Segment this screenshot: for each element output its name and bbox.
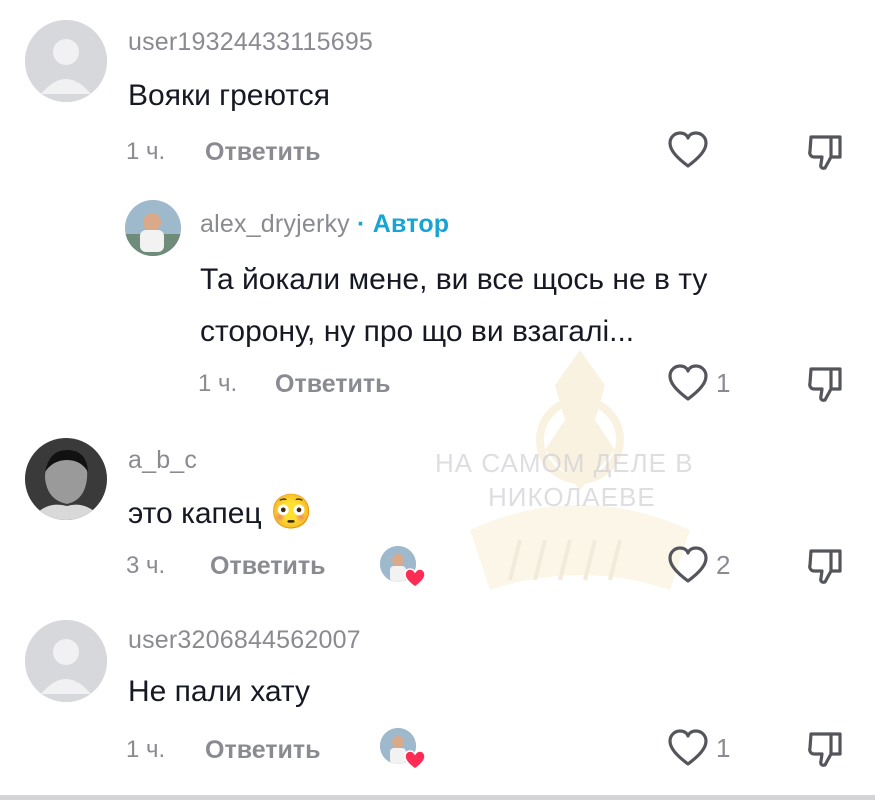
heart-outline-icon (668, 131, 708, 168)
like-count: 2 (716, 549, 731, 580)
like-button[interactable]: 1 (666, 728, 730, 768)
reply-button[interactable]: Ответить (205, 736, 321, 765)
author-avatar[interactable] (125, 200, 181, 256)
comment-time: 1 ч. (198, 370, 238, 397)
like-button[interactable]: 1 (666, 363, 730, 403)
dislike-icon[interactable] (805, 728, 845, 770)
creator-liked-badge (380, 546, 426, 588)
watermark-line-2: НИКОЛАЕВЕ (488, 482, 656, 512)
comment-text: Не пали хату (128, 675, 310, 708)
dislike-icon[interactable] (805, 131, 845, 173)
heart-outline-icon (668, 546, 708, 583)
comment-text-body: это капец (128, 497, 262, 530)
comment-text-line-2: сторону, ну про що ви взагалі... (200, 315, 635, 348)
creator-liked-heart-icon (404, 568, 426, 588)
flushed-face-emoji: 😳 (270, 493, 313, 531)
comment-text-line-1: Та йокали мене, ви все щось не в ту (200, 263, 708, 296)
dislike-icon[interactable] (805, 545, 845, 587)
like-button[interactable] (666, 130, 710, 170)
watermark-line-1: НА САМОМ ДЕЛЕ В (435, 448, 694, 478)
comment-username[interactable]: user3206844562007 (128, 626, 361, 655)
comment-username[interactable]: a_b_c (128, 446, 197, 475)
comment-text: это капец 😳 (128, 484, 312, 542)
comment-time: 3 ч. (126, 552, 166, 579)
bottom-divider (0, 795, 875, 800)
dislike-icon[interactable] (805, 363, 845, 405)
creator-liked-badge (380, 728, 426, 770)
default-avatar[interactable] (25, 620, 107, 702)
default-avatar[interactable] (25, 20, 107, 102)
like-count: 1 (716, 732, 731, 763)
comment-text: Вояки греются (128, 79, 330, 112)
creator-liked-heart-icon (404, 750, 426, 770)
comment-time: 1 ч. (126, 138, 166, 165)
reply-button[interactable]: Ответить (275, 370, 391, 399)
like-count: 1 (716, 367, 731, 398)
like-button[interactable]: 2 (666, 545, 730, 585)
heart-outline-icon (668, 729, 708, 766)
comment-username: alex_dryjerky · Автор (200, 210, 449, 239)
reply-button[interactable]: Ответить (210, 552, 326, 581)
reply-button[interactable]: Ответить (205, 138, 321, 167)
comment-time: 1 ч. (126, 736, 166, 763)
author-badge: · Автор (357, 210, 450, 238)
user-avatar[interactable] (25, 438, 107, 520)
heart-outline-icon (668, 364, 708, 401)
comment-username[interactable]: user1932443311569​5 (128, 28, 373, 57)
author-username[interactable]: alex_dryjerky (200, 210, 350, 238)
